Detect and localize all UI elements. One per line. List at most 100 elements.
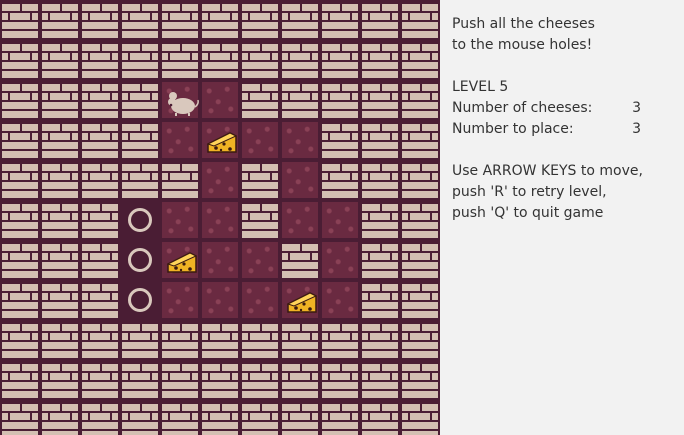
floor-tile	[200, 280, 240, 320]
wall-icon	[240, 40, 280, 80]
game-board[interactable]	[0, 0, 440, 435]
wall-icon	[400, 400, 440, 435]
wall-icon	[280, 360, 320, 400]
mouse-hole-icon	[120, 200, 160, 240]
wall-icon	[200, 360, 240, 400]
wall-icon	[0, 0, 40, 40]
wall-icon	[80, 240, 120, 280]
wall-icon	[40, 40, 80, 80]
wall-icon	[280, 320, 320, 360]
instruction-line: Push all the cheeses	[452, 16, 595, 32]
wall-icon	[360, 200, 400, 240]
wall-icon	[320, 320, 360, 360]
wall-icon	[320, 160, 360, 200]
wall-icon	[40, 200, 80, 240]
wall-icon	[400, 320, 440, 360]
wall-icon	[240, 400, 280, 435]
wall-icon	[80, 160, 120, 200]
place-count-row: Number to place: 3	[452, 119, 672, 140]
wall-icon	[40, 160, 80, 200]
floor-tile	[160, 120, 200, 160]
wall-icon	[0, 80, 40, 120]
wall-icon	[80, 40, 120, 80]
floor-tile	[280, 280, 320, 320]
wall-icon	[160, 0, 200, 40]
wall-icon	[360, 320, 400, 360]
wall-icon	[280, 400, 320, 435]
instruction-line: to the mouse holes!	[452, 37, 593, 53]
wall-icon	[40, 240, 80, 280]
floor-tile	[160, 280, 200, 320]
wall-icon	[40, 400, 80, 435]
cheese-count-row: Number of cheeses: 3	[452, 98, 672, 119]
wall-icon	[80, 0, 120, 40]
place-count-value: 3	[632, 121, 641, 137]
floor-tile	[320, 240, 360, 280]
wall-icon	[0, 160, 40, 200]
wall-icon	[80, 80, 120, 120]
wall-icon	[40, 360, 80, 400]
wall-icon	[120, 80, 160, 120]
wall-icon	[0, 320, 40, 360]
wall-icon	[320, 400, 360, 435]
wall-icon	[280, 240, 320, 280]
wall-icon	[120, 400, 160, 435]
wall-icon	[80, 280, 120, 320]
floor-tile	[200, 80, 240, 120]
cheese-count-label: Number of cheeses:	[452, 100, 593, 116]
wall-icon	[80, 360, 120, 400]
wall-icon	[320, 0, 360, 40]
wall-icon	[120, 160, 160, 200]
hole-ring	[128, 208, 152, 232]
wall-icon	[120, 0, 160, 40]
wall-icon	[280, 40, 320, 80]
wall-icon	[240, 80, 280, 120]
wall-icon	[320, 360, 360, 400]
floor-tile	[240, 240, 280, 280]
wall-icon	[40, 0, 80, 40]
wall-icon	[320, 40, 360, 80]
wall-icon	[280, 80, 320, 120]
wall-icon	[360, 400, 400, 435]
wall-icon	[200, 0, 240, 40]
wall-icon	[400, 80, 440, 120]
wall-icon	[0, 120, 40, 160]
wall-icon	[400, 240, 440, 280]
wall-icon	[160, 160, 200, 200]
level-label: LEVEL 5	[452, 79, 509, 95]
wall-icon	[400, 120, 440, 160]
wall-icon	[0, 200, 40, 240]
wall-icon	[360, 160, 400, 200]
wall-icon	[120, 320, 160, 360]
wall-icon	[40, 80, 80, 120]
wall-icon	[360, 0, 400, 40]
controls-line: push 'R' to retry level,	[452, 184, 607, 200]
mouse-hole-icon	[120, 240, 160, 280]
wall-icon	[240, 160, 280, 200]
floor-tile	[200, 200, 240, 240]
wall-icon	[400, 160, 440, 200]
hole-ring	[128, 248, 152, 272]
controls-line: push 'Q' to quit game	[452, 205, 604, 221]
floor-tile	[160, 200, 200, 240]
wall-icon	[360, 80, 400, 120]
wall-icon	[400, 200, 440, 240]
floor-tile	[280, 160, 320, 200]
wall-icon	[40, 280, 80, 320]
hole-ring	[128, 288, 152, 312]
wall-icon	[320, 120, 360, 160]
place-count-label: Number to place:	[452, 121, 574, 137]
wall-icon	[160, 400, 200, 435]
wall-icon	[320, 80, 360, 120]
floor-tile	[200, 240, 240, 280]
wall-icon	[0, 360, 40, 400]
wall-icon	[400, 280, 440, 320]
wall-icon	[120, 120, 160, 160]
wall-icon	[160, 360, 200, 400]
wall-icon	[0, 240, 40, 280]
wall-icon	[240, 200, 280, 240]
wall-icon	[400, 0, 440, 40]
mouse-hole-icon	[120, 280, 160, 320]
floor-tile	[200, 120, 240, 160]
wall-icon	[80, 400, 120, 435]
